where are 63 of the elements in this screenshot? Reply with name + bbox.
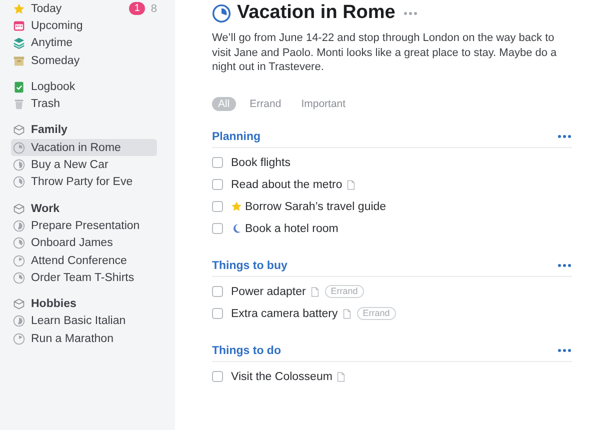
project-item[interactable]: Vacation in Rome xyxy=(11,139,157,156)
more-icon[interactable] xyxy=(557,132,572,140)
sidebar-item[interactable]: Trash xyxy=(11,95,157,113)
task-checkbox[interactable] xyxy=(212,223,223,234)
task-checkbox[interactable] xyxy=(212,371,223,382)
progress-pie-icon xyxy=(13,142,25,154)
area-item[interactable]: Hobbies xyxy=(11,295,157,313)
sidebar-item[interactable]: Today 1 8 xyxy=(11,0,157,18)
task-title[interactable]: Book a hotel room xyxy=(245,222,338,234)
layers-icon xyxy=(13,37,25,50)
due-count-badge: 1 xyxy=(129,2,145,16)
project-item[interactable]: Attend Conference xyxy=(11,252,157,270)
section-heading: Things to do xyxy=(212,344,281,356)
task-title[interactable]: Power adapter xyxy=(231,286,306,298)
progress-pie-icon xyxy=(13,332,25,345)
progress-pie-icon xyxy=(13,220,25,232)
progress-pie-icon xyxy=(13,176,25,188)
cube-icon xyxy=(13,124,25,136)
project-item[interactable]: Order Team T-Shirts xyxy=(11,269,157,286)
calendar-icon xyxy=(13,20,25,32)
progress-pie-icon xyxy=(212,4,231,22)
sidebar-item[interactable]: Logbook xyxy=(11,78,157,96)
task-checkbox[interactable] xyxy=(212,157,223,168)
task-checkbox[interactable] xyxy=(212,179,223,190)
project-item[interactable]: Run a Marathon xyxy=(11,330,157,348)
task-checkbox[interactable] xyxy=(212,201,223,212)
task-checkbox[interactable] xyxy=(212,308,223,319)
more-icon[interactable] xyxy=(557,346,572,354)
project-title: Vacation in Rome xyxy=(237,2,396,24)
project-item[interactable]: Learn Basic Italian xyxy=(11,312,157,330)
tag-label: Errand xyxy=(324,285,364,298)
task-title[interactable]: Visit the Colosseum xyxy=(231,370,332,382)
area-item[interactable]: Work xyxy=(11,200,157,218)
cube-icon xyxy=(13,202,25,215)
cube-icon xyxy=(13,298,25,310)
progress-pie-icon xyxy=(13,159,25,172)
progress-pie-icon xyxy=(13,272,25,284)
progress-pie-icon xyxy=(13,315,25,328)
project-notes: We’ll go from June 14-22 and stop through London on the way back to visit Jane and Paolo. Monti looks like a great place to stay. Maybe do a night out in Trastevere. xyxy=(212,31,558,74)
star-icon xyxy=(13,2,25,15)
more-icon[interactable] xyxy=(557,262,572,270)
task-title[interactable]: Read about the metro xyxy=(231,178,342,190)
task-title[interactable]: Extra camera battery xyxy=(231,308,338,320)
checkbook-icon xyxy=(13,80,25,93)
project-item[interactable]: Throw Party for Eve xyxy=(11,174,157,191)
sidebar-item[interactable]: Anytime xyxy=(11,34,157,52)
task-title[interactable]: Borrow Sarah’s travel guide xyxy=(245,200,386,212)
section-heading: Planning xyxy=(212,130,261,142)
project-item[interactable]: Onboard James xyxy=(11,234,157,252)
area-item[interactable]: Family xyxy=(11,122,157,140)
tag-label: Errand xyxy=(356,307,396,320)
progress-pie-icon xyxy=(13,254,25,266)
trash-icon xyxy=(13,98,25,110)
task-checkbox[interactable] xyxy=(212,286,223,297)
item-count: 8 xyxy=(150,2,157,15)
task-title[interactable]: Book flights xyxy=(231,156,290,168)
project-item[interactable]: Prepare Presentation xyxy=(11,217,157,235)
project-item[interactable]: Buy a New Car xyxy=(11,156,157,174)
box-icon xyxy=(13,54,25,67)
section-heading: Things to buy xyxy=(212,260,288,272)
progress-pie-icon xyxy=(13,237,25,250)
sidebar-item[interactable]: Someday xyxy=(11,52,157,70)
sidebar-item[interactable]: Upcoming xyxy=(11,17,157,35)
